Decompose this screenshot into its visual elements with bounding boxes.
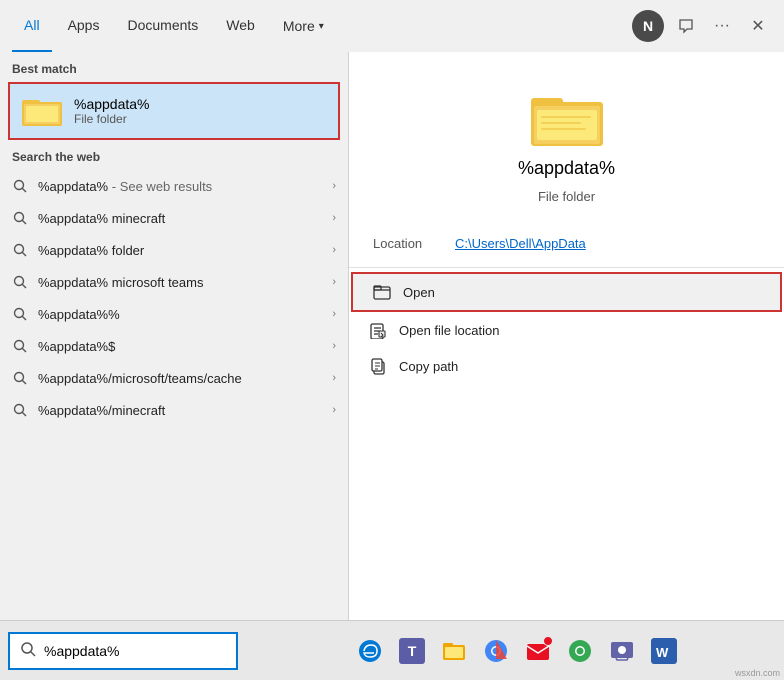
detail-location: Location C:\Users\Dell\AppData [349, 224, 784, 263]
result-text-8: %appdata%/minecraft [38, 403, 322, 418]
best-match-subtitle: File folder [74, 112, 150, 126]
taskbar-icons-group: T [238, 632, 784, 670]
taskbar-remote-icon[interactable] [603, 632, 641, 670]
result-text-6: %appdata%$ [38, 339, 322, 354]
action-open-file-location[interactable]: Open file location [349, 312, 784, 348]
search-icon [12, 178, 28, 194]
search-icon-6 [12, 338, 28, 354]
svg-text:T: T [408, 643, 417, 659]
best-match-text: %appdata% File folder [74, 96, 150, 126]
copy-path-label: Copy path [399, 359, 458, 374]
taskbar: %appdata% T [0, 620, 784, 680]
tab-documents[interactable]: Documents [115, 0, 210, 52]
search-icon-8 [12, 402, 28, 418]
result-teams[interactable]: %appdata% microsoft teams › [0, 266, 348, 298]
left-panel: Best match %appdata% File folder Search … [0, 52, 348, 620]
result-text: %appdata% - See web results [38, 179, 322, 194]
result-minecraft[interactable]: %appdata% minecraft › [0, 202, 348, 234]
tab-more[interactable]: More ▾ [271, 0, 336, 52]
watermark: wsxdn.com [735, 668, 780, 678]
result-folder[interactable]: %appdata% folder › [0, 234, 348, 266]
tab-web[interactable]: Web [214, 0, 267, 52]
detail-subtitle: File folder [538, 189, 595, 204]
open-file-location-label: Open file location [399, 323, 499, 338]
right-panel: %appdata% File folder Location C:\Users\… [349, 52, 784, 620]
result-minecraft2[interactable]: %appdata%/minecraft › [0, 394, 348, 426]
action-open[interactable]: Open [351, 272, 782, 312]
detail-header: %appdata% File folder [349, 52, 784, 224]
mail-notification-dot [543, 636, 553, 646]
divider-1 [349, 267, 784, 268]
folder-icon [22, 94, 62, 128]
chevron-right-icon-7: › [332, 372, 336, 384]
result-web-search[interactable]: %appdata% - See web results › [0, 170, 348, 202]
user-avatar[interactable]: N [632, 10, 664, 42]
taskbar-word-icon[interactable]: W [645, 632, 683, 670]
nav-actions: N ··· ✕ [632, 10, 772, 42]
feedback-icon[interactable] [672, 12, 700, 40]
taskbar-chrome-icon[interactable] [477, 632, 515, 670]
search-icon-3 [12, 242, 28, 258]
detail-folder-icon [531, 88, 603, 148]
result-text-3: %appdata% folder [38, 243, 322, 258]
search-box-icon [20, 641, 36, 661]
chevron-right-icon: › [332, 180, 336, 192]
search-icon-7 [12, 370, 28, 386]
search-web-label: Search the web [0, 140, 348, 170]
result-text-5: %appdata%% [38, 307, 322, 322]
best-match-title: %appdata% [74, 96, 150, 112]
chevron-right-icon-8: › [332, 404, 336, 416]
taskbar-teams-icon[interactable]: T [393, 632, 431, 670]
result-text-2: %appdata% minecraft [38, 211, 322, 226]
chevron-right-icon-5: › [332, 308, 336, 320]
open-icon [373, 283, 391, 301]
detail-title: %appdata% [518, 158, 615, 179]
chevron-right-icon-3: › [332, 244, 336, 256]
chevron-right-icon-4: › [332, 276, 336, 288]
chevron-down-icon: ▾ [319, 21, 324, 32]
taskbar-chrome2-icon[interactable] [561, 632, 599, 670]
file-location-icon [369, 321, 387, 339]
open-label: Open [403, 285, 435, 300]
search-icon-5 [12, 306, 28, 322]
best-match-label: Best match [0, 52, 348, 82]
svg-text:W: W [656, 645, 669, 660]
close-icon[interactable]: ✕ [744, 12, 772, 40]
taskbar-edge-icon[interactable] [351, 632, 389, 670]
main-content: Best match %appdata% File folder Search … [0, 52, 784, 620]
result-text-7: %appdata%/microsoft/teams/cache [38, 371, 322, 386]
location-link[interactable]: C:\Users\Dell\AppData [455, 236, 586, 251]
search-box[interactable]: %appdata% [8, 632, 238, 670]
search-box-input[interactable]: %appdata% [44, 643, 226, 659]
more-options-icon[interactable]: ··· [708, 12, 736, 40]
tab-all[interactable]: All [12, 0, 52, 52]
best-match-item[interactable]: %appdata% File folder [8, 82, 340, 140]
taskbar-mail-icon[interactable] [519, 632, 557, 670]
result-text-4: %appdata% microsoft teams [38, 275, 322, 290]
result-cache[interactable]: %appdata%/microsoft/teams/cache › [0, 362, 348, 394]
search-icon-4 [12, 274, 28, 290]
search-icon-2 [12, 210, 28, 226]
copy-path-icon [369, 357, 387, 375]
chevron-right-icon-2: › [332, 212, 336, 224]
top-nav: All Apps Documents Web More ▾ N ··· ✕ [0, 0, 784, 52]
search-panel: All Apps Documents Web More ▾ N ··· ✕ Be… [0, 0, 784, 680]
tab-apps[interactable]: Apps [56, 0, 112, 52]
action-copy-path[interactable]: Copy path [349, 348, 784, 384]
location-label: Location [373, 236, 443, 251]
chevron-right-icon-6: › [332, 340, 336, 352]
taskbar-explorer-icon[interactable] [435, 632, 473, 670]
result-percent[interactable]: %appdata%% › [0, 298, 348, 330]
result-dollar[interactable]: %appdata%$ › [0, 330, 348, 362]
